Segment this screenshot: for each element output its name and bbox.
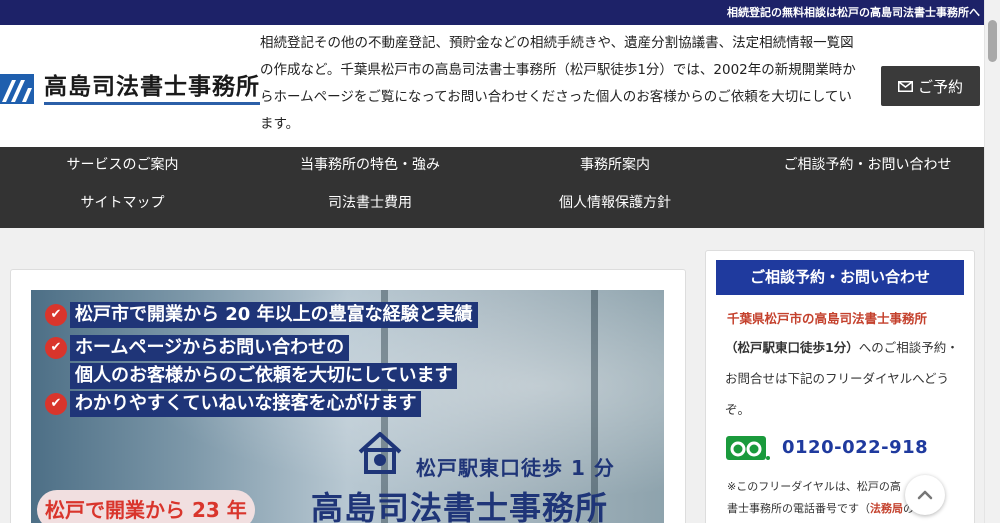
banner-office-name: 高島司法書士事務所 [311,489,609,523]
house-icon [358,432,402,474]
nav-item-sitemap[interactable]: サイトマップ [30,185,215,225]
banner-point-text: 個人のお客様からのご依頼を大切にしています [70,363,458,389]
scrollbar-thumb[interactable] [988,20,997,62]
nav-item-services[interactable]: サービスのご案内 [30,147,215,187]
phone-number-link[interactable]: 0120-022-918 [782,437,928,458]
sidebar-office-link[interactable]: 千葉県松戸市の高島司法書士事務所 [727,308,927,327]
banner-station-text: 松戸駅東口徒歩 1 分 [416,456,615,480]
nav-item-office-info[interactable]: 事務所案内 [530,147,700,187]
hero-banner: ✔ 松戸市で開業から 20 年以上の豊富な経験と実績 ✔ ホームページからお問い… [31,290,664,523]
nav-item-features[interactable]: 当事務所の特色・強み [270,147,470,187]
sidebar-description-bold: （松戸駅東口徒歩1分） [725,340,859,355]
reserve-button-label: ご予約 [917,77,963,96]
nav-item-contact[interactable]: ご相談予約・お問い合わせ [760,147,975,187]
sidebar-note-prefix: ※このフリーダイヤルは、松戸の高 [727,480,901,493]
site-intro-text: 相続登記その他の不動産登記、預貯金などの相続手続きや、遺産分割協議書、法定相続情… [260,35,856,132]
banner-point: ✔ ホームページからお問い合わせの [45,335,350,361]
banner-point-text: ホームページからお問い合わせの [70,335,350,361]
check-icon: ✔ [45,393,67,415]
nav-item-fees[interactable]: 司法書士費用 [270,185,470,225]
check-icon: ✔ [45,304,67,326]
page-scrollbar[interactable] [984,0,1000,523]
reserve-button[interactable]: ご予約 [881,66,980,106]
banner-point-text: わかりやすくていねいな接客を心がけます [70,391,422,417]
banner-point-text: 松戸市で開業から 20 年以上の豊富な経験と実績 [70,302,478,328]
top-announcement-bar: 相続登記の無料相談は松戸の高島司法書士事務所へ [0,0,984,25]
sidebar-title: ご相談予約・お問い合わせ [716,260,964,295]
logo-mark-icon [0,74,34,104]
banner-point-continuation: 個人のお客様からのご依頼を大切にしています [70,363,458,389]
check-icon: ✔ [45,337,67,359]
sidebar-note-link[interactable]: 法務局 [870,502,903,515]
scroll-to-top-button[interactable] [905,475,945,515]
site-header: 高島司法書士事務所 相続登記その他の不動産登記、預貯金などの相続手続きや、遺産分… [0,25,984,147]
main-navigation: サービスのご案内 当事務所の特色・強み 事務所案内 ご相談予約・お問い合わせ サ… [0,147,984,228]
top-announcement-text: 相続登記の無料相談は松戸の高島司法書士事務所へ [727,6,980,19]
nav-item-privacy[interactable]: 個人情報保護方針 [530,185,700,225]
chevron-up-icon [917,490,933,500]
logo-text: 高島司法書士事務所 [44,73,260,105]
site-logo[interactable]: 高島司法書士事務所 [0,73,260,105]
envelope-icon [897,80,913,92]
sidebar-note-mid: 書士事務所の電話番号です（ [727,502,870,515]
banner-open-badge: 松戸で開業から 23 年 [37,490,255,523]
sidebar-description: （松戸駅東口徒歩1分）へのご相談予約・お問合せは下記のフリーダイヤルへどうぞ。 [725,332,965,425]
banner-point: ✔ 松戸市で開業から 20 年以上の豊富な経験と実績 [45,302,478,328]
banner-point: ✔ わかりやすくていねいな接客を心がけます [45,391,422,417]
freedial-icon [726,436,770,460]
